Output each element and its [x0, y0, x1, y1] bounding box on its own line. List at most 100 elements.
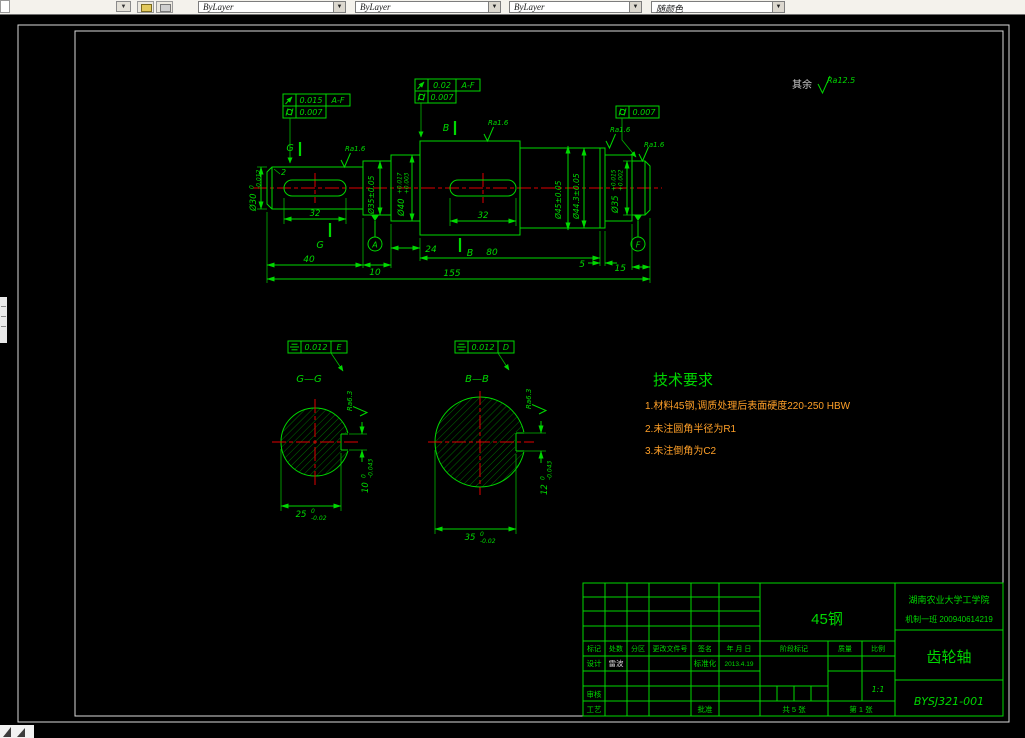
dim-bb-keyway: 12 0 -0.043: [540, 460, 554, 495]
symmetry-icon: [290, 343, 299, 351]
dim-length-15: 15: [615, 264, 627, 274]
dim-length-24: 24: [425, 245, 437, 255]
svg-text:Ø35±0.05: Ø35±0.05: [367, 175, 376, 215]
col-sign: 签名: [698, 644, 712, 653]
svg-text:F: F: [636, 241, 641, 250]
svg-text:0.015: 0.015: [300, 96, 323, 105]
school-name: 湖南农业大学工学院: [908, 594, 989, 605]
datum-a: A: [367, 215, 383, 252]
svg-text:0.007: 0.007: [300, 108, 324, 117]
svg-text:Ra1.6: Ra1.6: [488, 119, 509, 127]
gdt-frame-symmetry-bb: 0.012 D: [454, 340, 515, 371]
dim-diameter-35-seal: Ø35±0.05: [367, 175, 376, 215]
other-surfaces-label: 其余: [792, 78, 812, 91]
svg-text:0.012: 0.012: [305, 343, 328, 352]
svg-text:0.007: 0.007: [633, 108, 657, 117]
svg-text:Ra1.6: Ra1.6: [644, 141, 665, 149]
roughness-value: Ra12.5: [827, 76, 855, 85]
dim-diameter-40: Ø40 +0.017 +0.003: [396, 172, 411, 217]
svg-text:0: 0: [480, 531, 484, 538]
svg-text:+0.015: +0.015: [612, 169, 618, 191]
roughness-mark: Ra1.6: [638, 141, 665, 163]
svg-text:0: 0: [311, 508, 315, 515]
col-date: 年 月 日: [727, 644, 752, 653]
designer-name: 雷波: [609, 658, 624, 668]
section-letter-b: B: [467, 248, 474, 259]
svg-text:-0.02: -0.02: [311, 515, 327, 522]
dim-length-80: 80: [486, 248, 498, 258]
roughness-mark: Ra1.6: [340, 145, 366, 169]
general-roughness-note: 其余 Ra12.5: [792, 75, 855, 95]
section-view-bb: 0.012 D B—B 35 0 -0.02 12 0 -0.043 Ra6.3: [428, 340, 554, 545]
section-letter-b: B: [443, 123, 450, 134]
svg-text:Ø40: Ø40: [396, 198, 407, 217]
dim-diameter-30: Ø30 0 -0.012: [248, 169, 263, 212]
dim-bb-width: 35 0 -0.02: [465, 531, 496, 545]
row-process: 工艺: [587, 705, 602, 714]
svg-text:Ra1.6: Ra1.6: [610, 126, 631, 134]
svg-text:35: 35: [465, 533, 476, 543]
svg-text:25: 25: [296, 510, 307, 520]
svg-text:-0.02: -0.02: [480, 538, 496, 545]
svg-text:0.012: 0.012: [472, 343, 495, 352]
scale-label: 比例: [871, 644, 885, 653]
col-mark: 标记: [587, 644, 601, 653]
dim-gg-keyway: 10 0 -0.043: [361, 458, 375, 493]
dim-length-10: 10: [369, 268, 381, 278]
dim-gg-width: 25 0 -0.02: [296, 508, 327, 522]
section-view-gg: 0.012 E G—G 25 0 -0.02 10 0 -0.043 Ra6.3: [272, 340, 375, 522]
dim-length-total: 155: [443, 269, 460, 279]
roughness-mark: Ra1.6: [483, 119, 509, 143]
cylindricity-icon: [417, 93, 426, 101]
svg-text:+0.002: +0.002: [619, 169, 625, 191]
svg-text:Ø30: Ø30: [248, 193, 259, 212]
dim-keyway1-length: 32: [310, 209, 321, 219]
row-design: 设计: [587, 658, 602, 668]
svg-text:-0.012: -0.012: [256, 169, 263, 189]
title-block: 45钢 湖南农业大学工学院 机制一班 200940614219 齿轮轴 BYSJ…: [582, 582, 1004, 717]
col-doc: 更改文件号: [653, 644, 688, 653]
svg-text:12: 12: [540, 484, 550, 495]
tech-requirements-title: 技术要求: [653, 372, 713, 389]
circular-runout-icon: [285, 96, 293, 105]
svg-text:Ra6.3: Ra6.3: [525, 389, 533, 409]
svg-text:0: 0: [361, 474, 368, 478]
symmetry-icon: [457, 343, 466, 351]
roughness-mark: Ra6.3: [346, 391, 369, 417]
svg-text:10: 10: [361, 482, 371, 493]
gdt-frame-symmetry-gg: 0.012 E: [287, 340, 348, 372]
sheet-number: 第 1 张: [849, 704, 873, 714]
dim-diameter-44: Ø44.3±0.05: [572, 173, 581, 220]
cylindricity-icon: [285, 108, 294, 116]
dim-diameter-45: Ø45±0.05: [554, 180, 563, 220]
svg-text:0: 0: [249, 185, 256, 189]
col-count: 处数: [609, 644, 623, 653]
svg-text:0: 0: [540, 476, 547, 480]
cylindricity-icon: [618, 108, 627, 116]
datum-f: F: [630, 215, 646, 252]
svg-text:Ø35: Ø35: [610, 195, 621, 214]
row-standardization: 标准化: [694, 658, 717, 668]
design-date: 2013.4.19: [725, 661, 754, 668]
tech-requirement-item: 1.材料45钢,调质处理后表面硬度220-250 HBW: [645, 399, 851, 412]
svg-text:A: A: [371, 241, 377, 250]
svg-text:0.02: 0.02: [433, 81, 451, 90]
svg-text:Ra1.6: Ra1.6: [345, 145, 366, 153]
part-name: 齿轮轴: [926, 649, 971, 666]
svg-text:+0.017: +0.017: [398, 172, 404, 194]
svg-text:Ø45±0.05: Ø45±0.05: [554, 180, 563, 220]
tech-requirements: 技术要求 1.材料45钢,调质处理后表面硬度220-250 HBW 2.未注圆角…: [645, 372, 851, 457]
svg-text:A-F: A-F: [331, 96, 345, 105]
svg-text:+0.003: +0.003: [405, 172, 411, 194]
autocad-window: ▼ ByLayer ▼ ByLayer ▼ ByLayer ▼ 随颜色 ▼ 其余…: [0, 0, 1025, 738]
dim-length-40: 40: [303, 255, 315, 265]
circular-runout-icon: [417, 81, 425, 90]
dim-length-5: 5: [579, 260, 585, 270]
sheet-frame: [17, 24, 1010, 723]
row-approve: 批准: [698, 704, 713, 714]
class-id: 机制一班 200940614219: [905, 614, 993, 624]
dim-diameter-35-end: Ø35 +0.015 +0.002: [610, 169, 625, 214]
stage-mark-label: 阶段标记: [780, 644, 808, 653]
dim-keyway2-length: 32: [478, 211, 489, 221]
scale-value: 1:1: [872, 685, 885, 694]
